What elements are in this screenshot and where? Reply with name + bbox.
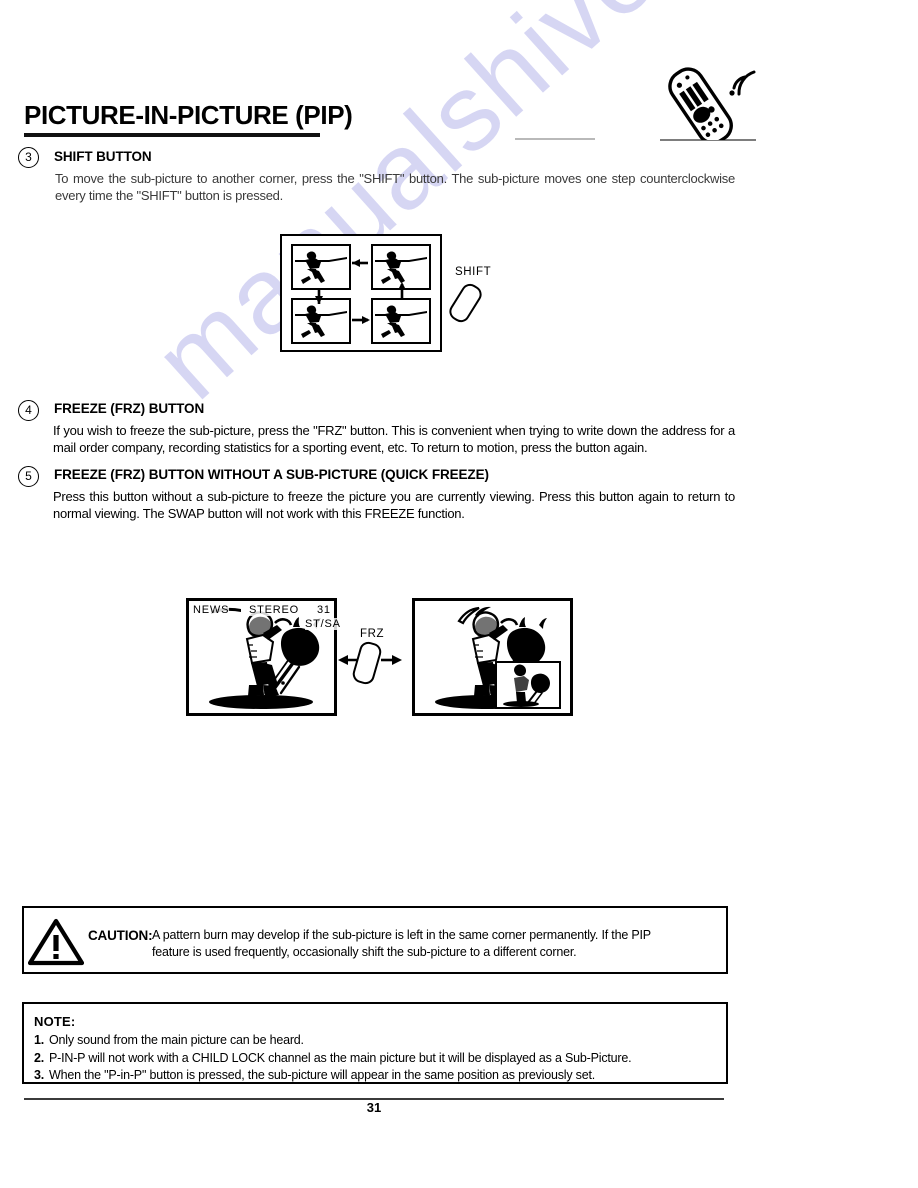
section-heading-quick-freeze: FREEZE (FRZ) BUTTON WITHOUT A SUB-PICTUR…: [54, 467, 489, 482]
manual-page: manualshive.com PICTURE-IN-PICTURE (PIP): [0, 0, 918, 1188]
page-title: PICTURE-IN-PICTURE (PIP): [24, 100, 353, 130]
caution-line-2: feature is used frequently, occasionally…: [152, 945, 577, 959]
osd-channel-label: 31: [317, 604, 331, 616]
note-item-number: 2.: [34, 1050, 45, 1065]
osd-mode-label: ST/SA: [305, 618, 341, 630]
section-heading-freeze-button: FREEZE (FRZ) BUTTON: [54, 401, 205, 416]
caution-label: CAUTION:: [88, 928, 153, 943]
note-item: 2. P-IN-P will not work with a CHILD LOCK…: [34, 1050, 718, 1068]
page-number: 31: [366, 1100, 382, 1115]
frz-button-label: FRZ: [360, 628, 385, 640]
note-title: NOTE:: [34, 1014, 76, 1029]
shift-button-label: SHIFT: [455, 266, 492, 278]
note-item: 3. When the "P-in-P" button is pressed, t…: [34, 1067, 718, 1085]
remote-control-icon: [655, 52, 765, 145]
tv-main-picture-right: [412, 598, 573, 716]
note-item-number: 3.: [34, 1068, 45, 1082]
section-number-5: 5: [18, 466, 39, 487]
title-underline: [24, 133, 320, 137]
section-heading-shift-button: SHIFT BUTTON: [54, 149, 152, 164]
section-body-quick-freeze: Press this button without a sub-picture …: [53, 489, 735, 521]
note-item-text: Only sound from the main picture can be …: [49, 1033, 304, 1047]
osd-source-label: NEWS: [193, 604, 230, 616]
section-body-freeze-button: If you wish to freeze the sub-picture, p…: [53, 423, 735, 455]
note-list: 1. Only sound from the main picture can b…: [34, 1032, 718, 1085]
shift-position-diagram: [280, 234, 442, 352]
note-item-text: P-IN-P will not work with a CHILD LOCK c…: [49, 1050, 632, 1065]
sub-picture-inset: [495, 661, 561, 709]
note-item: 1. Only sound from the main picture can b…: [34, 1032, 718, 1050]
osd-audio-label: STEREO: [249, 604, 300, 616]
rotation-arrows: [315, 259, 406, 324]
caution-line-1: A pattern burn may develop if the sub-pi…: [152, 928, 651, 942]
header-rule-middle: [515, 138, 595, 140]
note-item-number: 1.: [34, 1033, 45, 1047]
section-number-3: 3: [18, 147, 39, 168]
warning-triangle-icon: [27, 918, 85, 966]
section-number-4: 4: [18, 400, 39, 421]
note-item-text: When the "P-in-P" button is pressed, the…: [49, 1068, 595, 1082]
shift-button-graphic[interactable]: [445, 280, 486, 326]
section-body-shift-button: To move the sub-picture to another corne…: [55, 171, 735, 203]
